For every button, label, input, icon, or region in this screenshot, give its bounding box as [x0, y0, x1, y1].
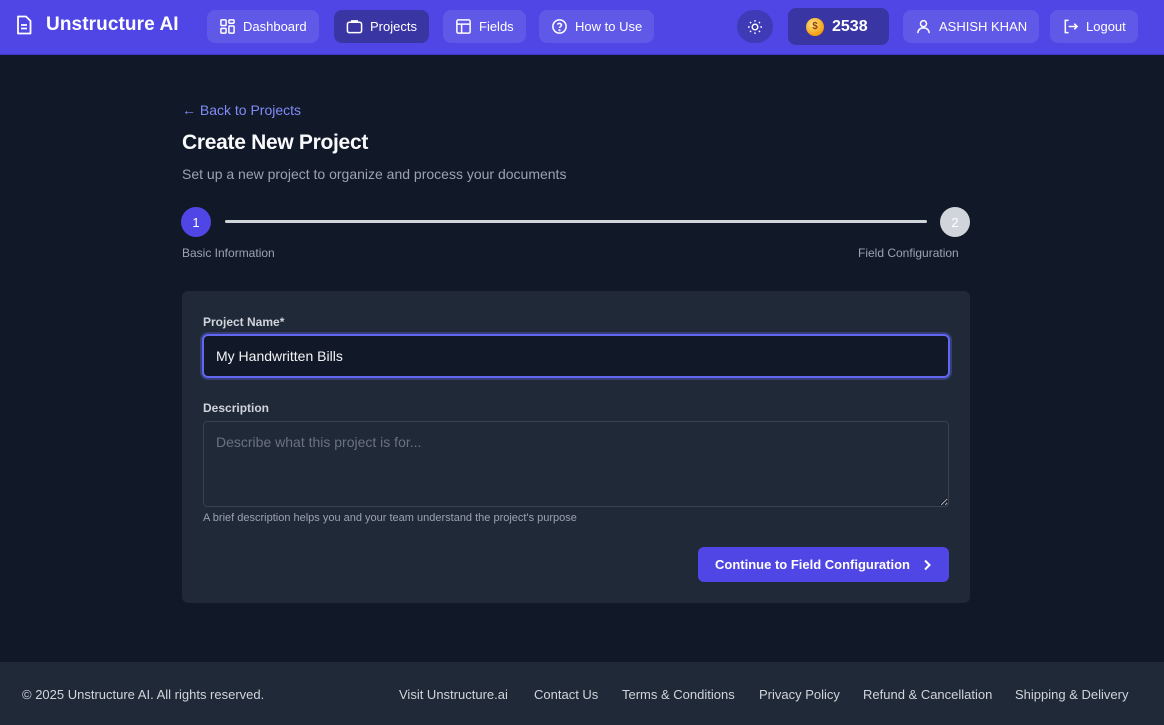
copyright-text: © 2025 Unstructure AI. All rights reserv…	[22, 687, 265, 702]
nav-fields[interactable]: Fields	[443, 10, 526, 43]
credits-badge[interactable]: $ 2538	[788, 8, 889, 45]
footer-link-shipping[interactable]: Shipping & Delivery	[1015, 687, 1128, 702]
logout-icon	[1064, 19, 1079, 34]
credits-count: 2538	[832, 17, 868, 35]
user-name: ASHISH KHAN	[939, 19, 1028, 34]
nav-projects[interactable]: Projects	[334, 10, 429, 43]
logout-label: Logout	[1086, 19, 1126, 34]
user-menu-button[interactable]: ASHISH KHAN	[903, 10, 1040, 43]
project-name-label: Project Name*	[203, 315, 285, 329]
step-2-label: Field Configuration	[858, 246, 959, 260]
continue-button[interactable]: Continue to Field Configuration	[698, 547, 949, 582]
step-number: 2	[951, 214, 959, 230]
footer-link-refund[interactable]: Refund & Cancellation	[863, 687, 992, 702]
footer-link-privacy[interactable]: Privacy Policy	[759, 687, 840, 702]
theme-toggle-button[interactable]	[737, 10, 773, 43]
chevron-right-icon	[924, 559, 931, 570]
description-textarea[interactable]	[203, 421, 949, 507]
grid-icon	[220, 19, 235, 34]
step-1-label: Basic Information	[182, 246, 275, 260]
help-circle-icon	[552, 19, 567, 34]
nav-label: Dashboard	[243, 19, 307, 34]
back-link-label: ← Back to Projects	[182, 102, 302, 118]
nav-how-to-use[interactable]: How to Use	[539, 10, 655, 43]
page-title: Create New Project	[182, 131, 369, 154]
brand[interactable]: Unstructure AI	[14, 14, 179, 36]
project-name-input[interactable]	[202, 334, 950, 378]
nav-label: Projects	[370, 19, 417, 34]
page-subtitle: Set up a new project to organize and pro…	[182, 166, 567, 182]
table-icon	[456, 19, 471, 34]
footer-link-visit[interactable]: Visit Unstructure.ai	[399, 687, 508, 702]
coin-icon: $	[806, 17, 824, 36]
footer-link-terms[interactable]: Terms & Conditions	[622, 687, 735, 702]
logout-button[interactable]: Logout	[1050, 10, 1138, 43]
document-icon	[14, 14, 34, 36]
nav-label: How to Use	[575, 19, 643, 34]
nav-label: Fields	[479, 19, 514, 34]
description-label: Description	[203, 401, 270, 415]
step-2-indicator: 2	[940, 207, 970, 237]
sun-icon	[748, 19, 762, 34]
nav-dashboard[interactable]: Dashboard	[207, 10, 319, 43]
description-hint: A brief description helps you and your t…	[203, 512, 577, 524]
continue-label: Continue to Field Configuration	[715, 557, 910, 572]
footer-link-contact[interactable]: Contact Us	[534, 687, 598, 702]
top-navbar: Unstructure AI Dashboard Projects Fields…	[0, 0, 1164, 55]
back-to-projects-link[interactable]: ← Back to Projects	[182, 102, 301, 118]
user-icon	[917, 19, 930, 34]
briefcase-icon	[346, 20, 363, 34]
step-1-indicator: 1	[181, 207, 211, 237]
step-number: 1	[192, 214, 200, 230]
stepper-progress-line	[225, 220, 927, 223]
brand-name: Unstructure AI	[46, 14, 179, 35]
